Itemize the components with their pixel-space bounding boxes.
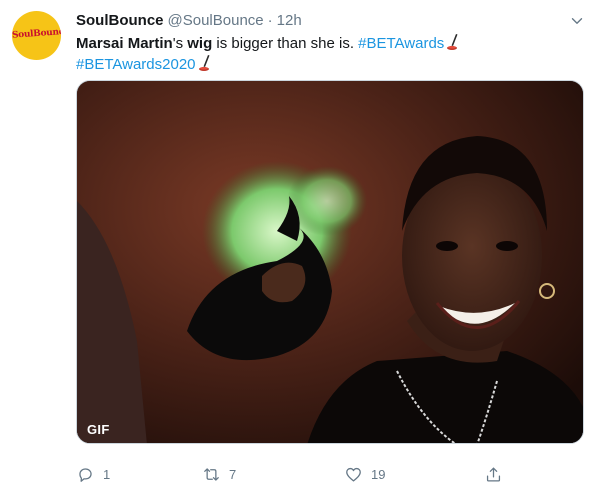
reply-icon xyxy=(79,467,92,482)
text-possessive: 's xyxy=(172,35,188,52)
retweet-count: 7 xyxy=(229,466,237,482)
text-rest: is bigger than she is. xyxy=(212,35,359,52)
hashtag-betawards[interactable]: #BETAwards xyxy=(358,35,444,52)
chevron-down-icon[interactable] xyxy=(568,12,586,30)
display-name[interactable]: SoulBounce xyxy=(76,12,164,29)
share-button[interactable] xyxy=(484,462,511,486)
avatar[interactable]: SoulBounce xyxy=(12,11,61,60)
tweet-text: Marsai Martin's wig is bigger than she i… xyxy=(76,33,576,75)
award-trophy-icon xyxy=(198,55,210,71)
bold-word: wig xyxy=(187,35,213,52)
retweet-icon xyxy=(204,467,219,481)
handle[interactable]: @SoulBounce xyxy=(168,12,264,29)
like-button[interactable]: 19 xyxy=(344,462,385,486)
share-icon xyxy=(486,467,501,481)
avatar-logo-text: SoulBounce xyxy=(12,26,61,41)
retweet-button[interactable]: 7 xyxy=(202,462,236,486)
reply-button[interactable]: 1 xyxy=(76,462,110,486)
gif-media[interactable]: GIF xyxy=(76,80,584,444)
like-count: 19 xyxy=(371,466,386,482)
mention-name: Marsai Martin xyxy=(76,35,173,52)
hashtag-betawards2020[interactable]: #BETAwards2020 xyxy=(76,56,196,73)
tweet[interactable]: SoulBounce SoulBounce @SoulBounce · 12h Mar… xyxy=(0,0,600,494)
tweet-actions: 1 7 19 xyxy=(76,462,584,486)
gif-badge: GIF xyxy=(87,422,110,437)
tweet-header: SoulBounce @SoulBounce · 12h xyxy=(76,11,302,31)
heart-icon xyxy=(346,467,361,481)
timestamp[interactable]: 12h xyxy=(277,12,302,29)
separator-dot: · xyxy=(267,12,273,29)
award-trophy-icon xyxy=(447,34,458,50)
reply-count: 1 xyxy=(103,466,111,482)
gif-frame-image xyxy=(77,81,583,443)
